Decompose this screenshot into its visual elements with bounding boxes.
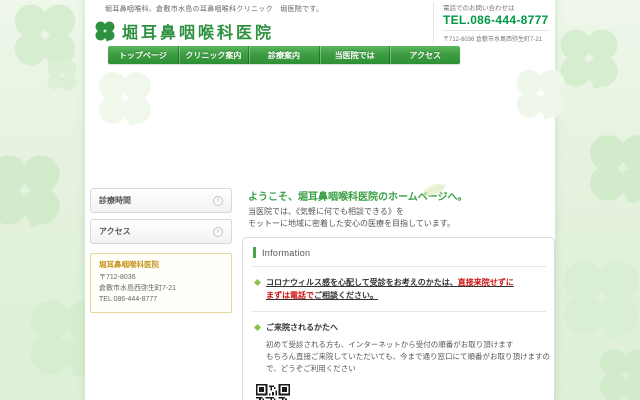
diamond-bullet-icon [254,324,261,331]
information-header: Information [253,247,544,258]
site-container: 堀耳鼻咽喉科、倉敷市水島の耳鼻咽喉科クリニック 堀医院です。 堀耳鼻咽喉科医院 … [85,0,555,400]
arrow-circle-icon: › [213,227,223,237]
header-contact: 電話でのお問い合わせは TEL.086-444-8777 〒712-8036 倉… [433,2,549,43]
sidebar-button-hours[interactable]: 診療時間 › [90,188,232,213]
clover-watermark-icon [558,255,640,341]
arrow-circle-icon: › [213,196,223,206]
clover-watermark-icon [0,150,65,230]
notice-segment: ご相談ください。 [314,291,378,300]
covid-notice-link[interactable]: コロナウィルス感を心配して受診をお考えのかたは、直接来院せずに まずは電話でご相… [266,277,514,303]
visitors-heading: ご来院されるかたへ [266,322,338,333]
clover-watermark-icon [585,130,640,206]
clover-watermark-icon [95,68,155,128]
main-nav: トップページ クリニック案内 診療案内 当医院では アクセス [108,46,460,64]
sidebar-button-label: アクセス [99,226,131,237]
sidebar-button-label: 診療時間 [99,195,131,206]
diamond-bullet-icon [254,279,261,286]
qr-code [256,384,290,400]
clinic-card-postal: 〒712-8036 [99,272,223,283]
contact-label: 電話でのお問い合わせは [443,2,549,12]
intro-line: 当医院では、《気軽に何でも相談できる》を [248,207,404,216]
clinic-card-name: 堀耳鼻咽喉科医院 [99,259,223,270]
sidebar-button-access[interactable]: アクセス › [90,219,232,244]
clover-logo-icon [94,20,116,42]
site-title: 堀耳鼻咽喉科医院 [122,19,274,43]
clover-watermark-icon [45,58,79,92]
site-tagline: 堀耳鼻咽喉科、倉敷市水島の耳鼻咽喉科クリニック 堀医院です。 [105,4,323,14]
information-title: Information [262,248,310,258]
divider [251,311,546,312]
covid-notice-item: コロナウィルス感を心配して受診をお考えのかたは、直接来院せずに まずは電話でご相… [255,277,542,303]
visitors-item: ご来院されるかたへ [255,322,542,333]
leaf-decoration-icon [421,180,447,200]
site-logo[interactable]: 堀耳鼻咽喉科医院 [94,19,274,43]
clover-watermark-icon [596,345,640,400]
visitors-line: 初めて受診される方も、インターネットから受付の順番がお取り頂けます [266,340,513,349]
nav-item-clinic-info[interactable]: クリニック案内 [178,46,249,64]
notice-segment-red: 直接来院せずに [458,278,514,287]
nav-item-about[interactable]: 当医院では [319,46,390,64]
visitors-line: もちろん直接ご来院していただいても、今まで通り窓口にて順番がお取り頂けますので、… [266,352,550,373]
green-bar-icon [253,247,256,258]
contact-phone: TEL.086-444-8777 [443,13,549,27]
intro-line: モットーに地域に密着した安心の医療を目指しています。 [248,219,455,228]
nav-item-access[interactable]: アクセス [389,46,460,64]
clinic-info-card: 堀耳鼻咽喉科医院 〒712-8036 倉敷市水島西弥生町7-21 TEL 086… [90,253,232,313]
notice-segment-red: まずは電話で [266,291,314,300]
clinic-card-address: 倉敷市水島西弥生町7-21 [99,283,223,294]
clinic-card-tel: TEL 086-444-8777 [99,294,223,305]
page-background: 堀耳鼻咽喉科、倉敷市水島の耳鼻咽喉科クリニック 堀医院です。 堀耳鼻咽喉科医院 … [0,0,640,400]
clover-watermark-icon [513,66,568,121]
clover-watermark-icon [556,25,622,91]
intro-text: 当医院では、《気軽に何でも相談できる》を モットーに地域に密着した安心の医療を目… [248,206,455,230]
visitors-text: 初めて受診される方も、インターネットから受付の順番がお取り頂けます もちろん直接… [266,339,556,375]
divider [251,266,546,267]
nav-item-top[interactable]: トップページ [108,46,178,64]
notice-segment: コロナウィルス感を心配して受診をお考えのかたは、 [266,278,458,287]
information-panel: Information コロナウィルス感を心配して受診をお考えのかたは、直接来院… [242,237,555,400]
contact-address: 〒712-8036 倉敷市水島西弥生町7-21 [443,30,549,43]
nav-item-medical-guide[interactable]: 診療案内 [248,46,319,64]
clover-watermark-icon [10,0,80,70]
